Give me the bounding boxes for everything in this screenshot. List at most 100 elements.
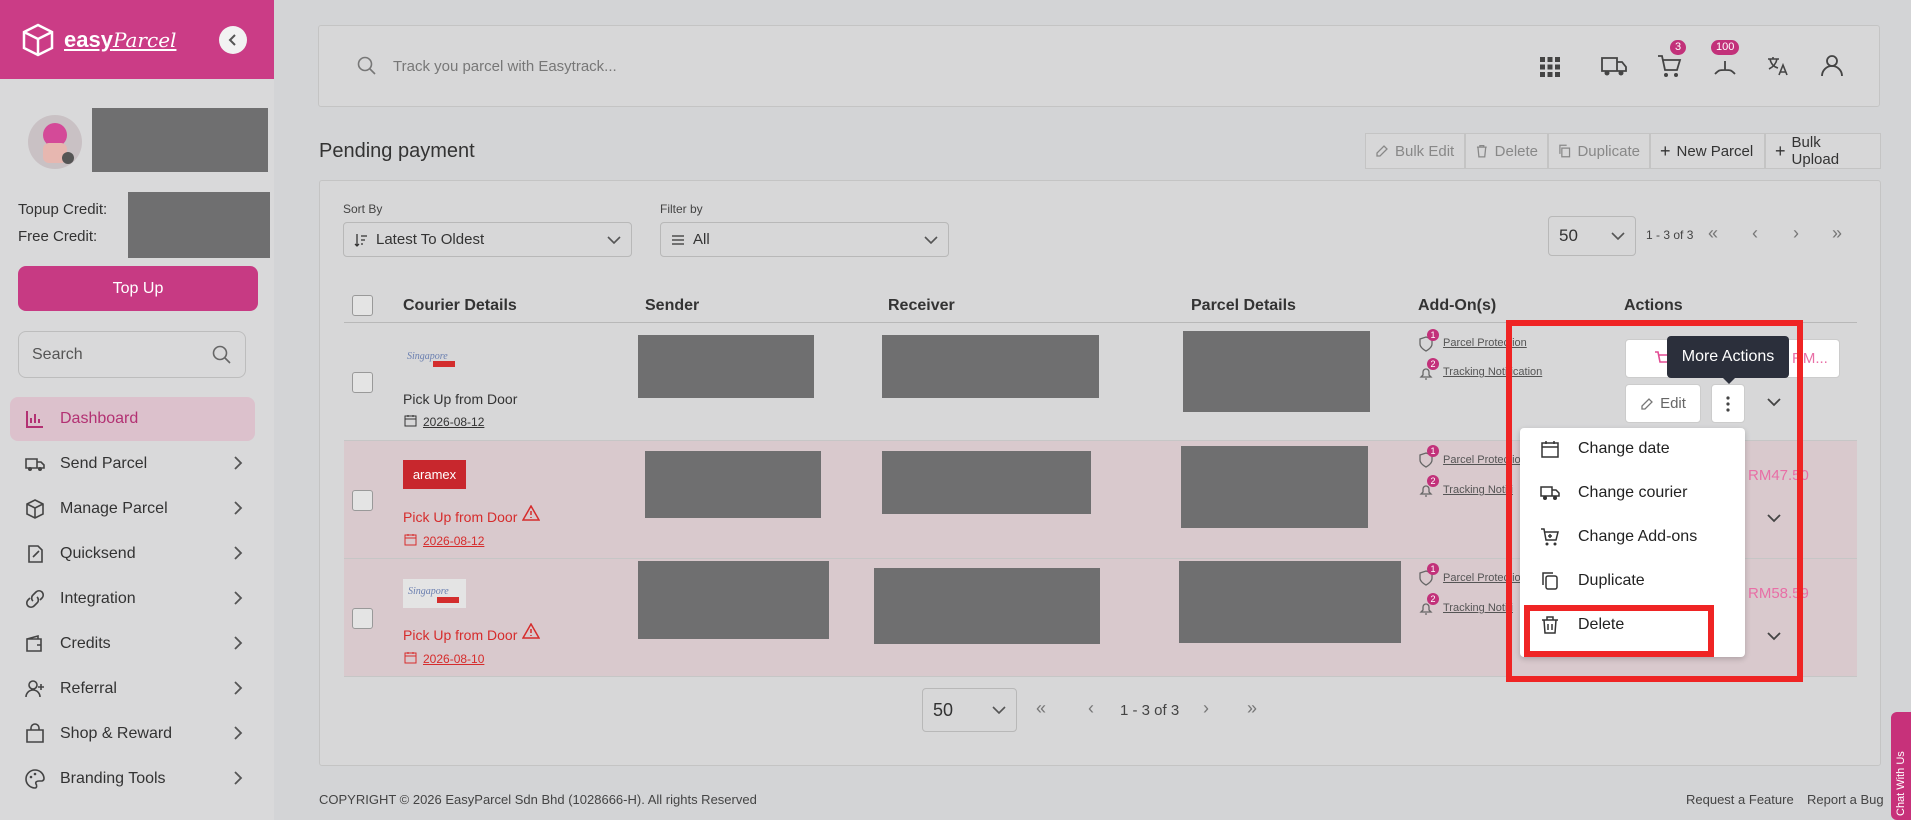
report-bug-link[interactable]: Report a Bug [1807,792,1884,807]
header-receiver: Receiver [888,297,955,314]
chevron-right-icon [234,726,243,740]
select-all-checkbox[interactable] [352,295,373,316]
search-icon [357,56,376,75]
bulk-upload-button[interactable]: + Bulk Upload [1765,133,1881,169]
chat-with-us-tab[interactable]: Chat With Us [1891,712,1911,820]
header-sender: Sender [645,297,700,314]
pickup-date[interactable]: 2026-08-12 [423,415,484,429]
header-courier: Courier Details [403,297,517,314]
plus-icon: + [1660,140,1671,161]
box-icon [26,499,44,519]
cart-icon [1658,55,1682,77]
sidebar-item-credits[interactable]: Credits [10,622,255,666]
sort-by-label: Sort By [343,202,383,216]
chevron-down-icon [1611,232,1625,240]
collapse-sidebar-button[interactable] [219,26,247,54]
chevron-down-icon [992,706,1006,714]
chevron-right-icon [234,591,243,605]
bottom-page-range: 1 - 3 of 3 [1120,702,1180,719]
warning-icon [522,623,540,639]
header-parcel-details: Parcel Details [1191,297,1296,314]
page-size-value: 50 [1559,226,1578,245]
user-icon [1821,55,1843,77]
chevron-down-icon [607,235,621,244]
pickup-date[interactable]: 2026-08-10 [423,652,484,666]
avatar[interactable] [28,115,82,169]
calendar-icon [404,415,417,427]
sidebar-item-send-parcel[interactable]: Send Parcel [10,442,255,486]
sidebar-search-input[interactable]: Search [18,331,246,378]
addon-tracking-notification[interactable]: Tracking Notifi [1443,602,1513,614]
sidebar-item-label: Shop & Reward [60,725,173,742]
sort-by-select[interactable]: Latest To Oldest [343,222,632,257]
addon-badge: 1 [1427,563,1439,575]
wallet-icon [26,634,42,652]
chevron-left-icon [228,34,236,46]
brand-logo[interactable]: easyParcel [64,27,176,53]
row-checkbox[interactable] [352,608,373,629]
sidebar-item-manage-parcel[interactable]: Manage Parcel [10,487,255,531]
sidebar-item-quicksend[interactable]: Quicksend [10,532,255,576]
sidebar-item-label: Quicksend [60,545,136,562]
parcel-details-redacted [1183,331,1370,412]
filter-by-select[interactable]: All [660,222,949,257]
quicksend-icon [28,545,43,563]
credit-values-redacted [128,192,270,258]
calendar-icon [404,652,417,664]
top-up-button[interactable]: Top Up [18,266,258,311]
row-checkbox[interactable] [352,372,373,393]
receiver-redacted [874,568,1100,644]
copy-icon [1559,144,1571,158]
page-title: Pending payment [319,140,475,162]
sidebar-item-branding-tools[interactable]: Branding Tools [10,757,255,801]
page-size-select[interactable]: 50 [1548,216,1636,256]
sender-redacted [638,561,829,639]
last-page-button[interactable]: » [1832,223,1842,244]
chevron-down-icon [924,235,938,244]
chevron-right-icon [234,681,243,695]
bulk-edit-button[interactable]: Bulk Edit [1365,133,1465,169]
new-parcel-button[interactable]: + New Parcel [1650,133,1765,169]
filter-by-label: Filter by [660,202,703,216]
delete-toolbar-button[interactable]: Delete [1465,133,1548,169]
sidebar-item-integration[interactable]: Integration [10,577,255,621]
parcel-details-redacted [1179,561,1401,643]
bulk-upload-label: Bulk Upload [1791,134,1840,168]
svg-text:Singapore: Singapore [407,351,448,362]
topup-credit-label: Topup Credit: [18,201,108,218]
sidebar-item-referral[interactable]: Referral [10,667,255,711]
sidebar-search-placeholder: Search [32,345,83,363]
bottom-page-size-select[interactable]: 50 [922,688,1017,732]
bottom-last-page-button[interactable]: » [1247,698,1257,719]
chevron-right-icon [234,546,243,560]
duplicate-toolbar-button[interactable]: Duplicate [1548,133,1650,169]
receiver-redacted [882,335,1099,398]
sidebar-item-shop-reward[interactable]: Shop & Reward [10,712,255,756]
row-checkbox[interactable] [352,490,373,511]
filter-by-value: All [693,231,710,248]
addon-badge: 2 [1427,593,1439,605]
pencil-icon [1376,145,1388,157]
first-page-button[interactable]: « [1708,223,1718,244]
receiver-redacted [882,451,1091,514]
prev-page-button[interactable]: ‹ [1752,223,1758,244]
track-search-input[interactable]: Track you parcel with Easytrack... [393,58,617,75]
sidebar-item-label: Integration [60,590,136,607]
copyright: COPYRIGHT © 2026 EasyParcel Sdn Bhd (102… [319,792,757,807]
sidebar-item-dashboard[interactable]: Dashboard [10,397,255,441]
bottom-first-page-button[interactable]: « [1036,698,1046,719]
bottom-prev-page-button[interactable]: ‹ [1088,698,1094,719]
pickup-date[interactable]: 2026-08-12 [423,534,484,548]
chat-label: Chat With Us [1895,751,1907,816]
bottom-next-page-button[interactable]: › [1203,698,1209,719]
chevron-right-icon [234,456,243,470]
bulk-edit-label: Bulk Edit [1395,142,1455,160]
next-page-button[interactable]: › [1793,223,1799,244]
addon-tracking-notification[interactable]: Tracking Notifi [1443,484,1513,496]
user-name-redacted [92,108,268,172]
courier-logo: Singapore [403,579,466,608]
duplicate-toolbar-label: Duplicate [1577,142,1640,160]
request-feature-link[interactable]: Request a Feature [1686,792,1794,807]
cart-count-badge: 3 [1670,40,1687,55]
svg-text:Singapore: Singapore [408,586,449,597]
